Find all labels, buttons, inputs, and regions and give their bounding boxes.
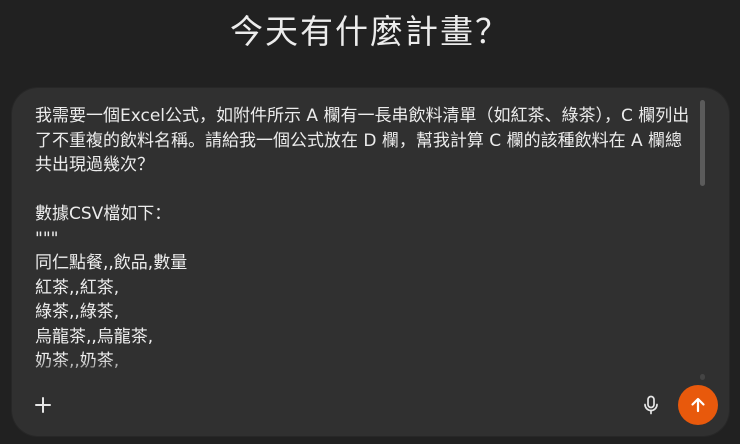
- prompt-composer[interactable]: 我需要一個Excel公式，如附件所示 A 欄有一長串飲料清單（如紅茶、綠茶），C…: [12, 88, 729, 436]
- plus-icon: [35, 397, 51, 413]
- scrollbar-thumb[interactable]: [700, 100, 705, 186]
- prompt-input[interactable]: 我需要一個Excel公式，如附件所示 A 欄有一長串飲料清單（如紅茶、綠茶），C…: [35, 104, 695, 380]
- send-button[interactable]: [678, 385, 718, 425]
- page: 今天有什麼計畫？ 我需要一個Excel公式，如附件所示 A 欄有一長串飲料清單（…: [0, 0, 740, 444]
- scrollbar-track-end: [700, 374, 705, 380]
- arrow-up-icon: [691, 397, 705, 413]
- page-title: 今天有什麼計畫？: [230, 12, 510, 51]
- add-attachment-button[interactable]: [28, 390, 58, 420]
- voice-input-button[interactable]: [636, 390, 666, 420]
- text-fade-overlay: [12, 358, 702, 382]
- microphone-icon: [644, 395, 658, 415]
